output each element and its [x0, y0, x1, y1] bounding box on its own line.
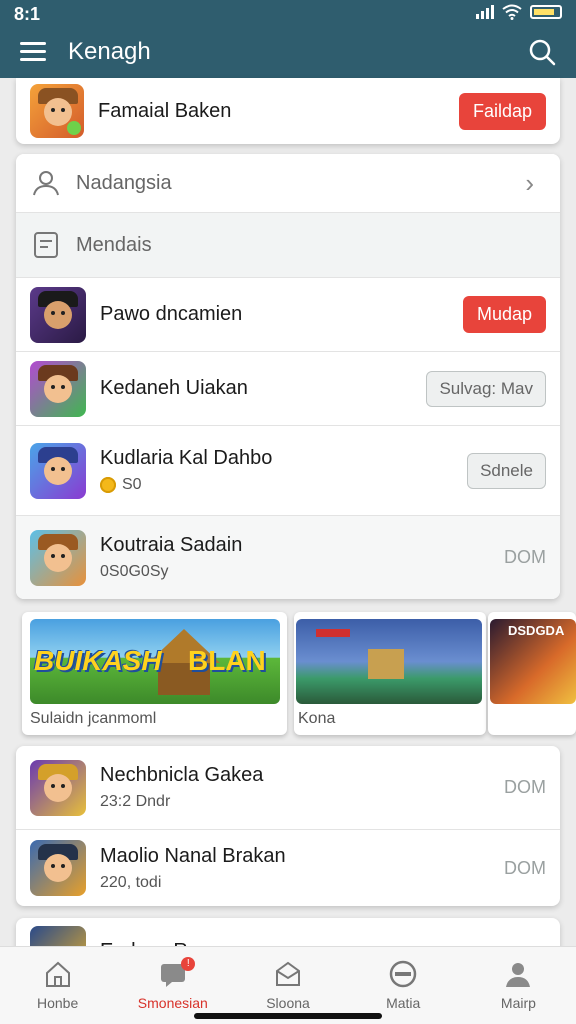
- nav-label: Matia: [386, 995, 421, 1011]
- item-subtitle: 0S0G0Sy: [100, 563, 169, 580]
- item-action-button[interactable]: Faildap: [458, 92, 546, 130]
- banner-title-right: BLAN: [188, 645, 266, 676]
- menu-row-profile[interactable]: Nadangsia ›: [16, 154, 560, 213]
- list-item[interactable]: Pawo dncamien Mudap: [16, 278, 560, 352]
- hamburger-menu-icon[interactable]: [20, 42, 46, 62]
- list-item[interactable]: Kedaneh Uiakan Sulvag: Mav: [16, 352, 560, 426]
- list-item[interactable]: Kudlaria Kal Dahbo S0 Sdnele: [16, 426, 560, 516]
- secondary-list-card: Nechbnicla Gakea 23:2 Dndr DOM Maolio Na…: [16, 746, 560, 906]
- home-indicator: [194, 1013, 382, 1019]
- item-action-button[interactable]: DOM: [504, 547, 546, 568]
- chevron-right-icon: ›: [525, 167, 534, 198]
- banner-image: [296, 619, 482, 704]
- main-list-card: Nadangsia › Mendais Pawo dncamien Mudap …: [16, 154, 560, 599]
- app-title: Kenagh: [68, 38, 151, 65]
- menu-row-messages[interactable]: Mendais: [16, 213, 560, 278]
- game-thumbnail: [30, 840, 86, 896]
- item-title: Maolio Nanal Brakan: [100, 844, 286, 867]
- item-title: Koutraia Sadain: [100, 534, 243, 556]
- banner-caption: Sulaidn jcanmoml: [30, 710, 157, 727]
- item-title: Pawo dncamien: [100, 303, 243, 325]
- wifi-icon: [502, 4, 522, 20]
- user-icon: [506, 963, 531, 987]
- banner-title-left: BUIKASH: [34, 645, 162, 676]
- list-item[interactable]: Nechbnicla Gakea 23:2 Dndr DOM: [16, 746, 560, 830]
- item-title: Kudlaria Kal Dahbo: [100, 447, 273, 469]
- nav-label: Honbe: [36, 995, 79, 1011]
- list-item[interactable]: Maolio Nanal Brakan 220, todi DOM: [16, 830, 560, 906]
- banner-title: DSDGDA: [508, 623, 565, 638]
- item-action-button[interactable]: DOM: [504, 858, 546, 879]
- game-thumbnail: [30, 529, 86, 586]
- app-header: 8:1 Kenagh: [0, 0, 576, 78]
- battery-icon: [530, 5, 562, 19]
- game-thumbnail: [30, 442, 86, 499]
- compass-icon: [389, 960, 417, 988]
- item-action-button[interactable]: DOM: [504, 777, 546, 798]
- item-title: Famaial Baken: [98, 99, 232, 122]
- cellular-signal-icon: [476, 5, 494, 19]
- game-thumbnail: [30, 360, 86, 417]
- nav-label: Smonesian: [137, 995, 208, 1011]
- item-subtitle: 23:2 Dndr: [100, 793, 171, 810]
- home-icon: [45, 961, 70, 987]
- item-subtitle: 220, todi: [100, 873, 162, 891]
- user-icon: [33, 171, 59, 196]
- list-item[interactable]: Famaial Baken Faildap: [16, 78, 560, 144]
- status-icons: [476, 4, 562, 20]
- banner-card-2[interactable]: Kona: [294, 612, 486, 735]
- list-item[interactable]: Koutraia Sadain 0S0G0Sy DOM: [16, 516, 560, 599]
- banner-card-3[interactable]: DSDGDA: [488, 612, 576, 735]
- nav-label: Mairp: [500, 995, 536, 1011]
- menu-row-label: Nadangsia: [76, 171, 172, 194]
- game-thumbnail: [30, 759, 86, 816]
- nav-item-profile[interactable]: Mairp: [461, 947, 576, 1024]
- item-action-button[interactable]: Sdnele: [467, 452, 546, 489]
- menu-row-label: Mendais: [76, 233, 152, 256]
- item-subtitle: S0: [122, 476, 142, 493]
- status-time: 8:1: [14, 4, 41, 24]
- item-title: Nechbnicla Gakea: [100, 764, 264, 786]
- search-icon[interactable]: [528, 38, 556, 66]
- document-icon: [34, 232, 58, 258]
- mail-icon: [276, 961, 300, 986]
- top-item-card: Famaial Baken Faildap: [16, 78, 560, 144]
- banner-image: DSDGDA: [490, 619, 576, 704]
- coin-icon: [100, 477, 116, 493]
- featured-banner[interactable]: BUIKASH BLAN Sulaidn jcanmoml: [22, 612, 287, 735]
- game-thumbnail: [30, 84, 84, 138]
- item-action-button[interactable]: Mudap: [462, 296, 546, 333]
- nav-label: Sloona: [266, 995, 310, 1011]
- banner-image: BUIKASH BLAN: [30, 619, 280, 704]
- notification-badge: !: [181, 957, 196, 971]
- nav-item-home[interactable]: Honbe: [0, 947, 115, 1024]
- item-action-button[interactable]: Sulvag: Mav: [426, 370, 546, 407]
- banner-caption: Kona: [298, 710, 336, 727]
- game-thumbnail: [30, 286, 86, 343]
- item-title: Kedaneh Uiakan: [100, 377, 248, 399]
